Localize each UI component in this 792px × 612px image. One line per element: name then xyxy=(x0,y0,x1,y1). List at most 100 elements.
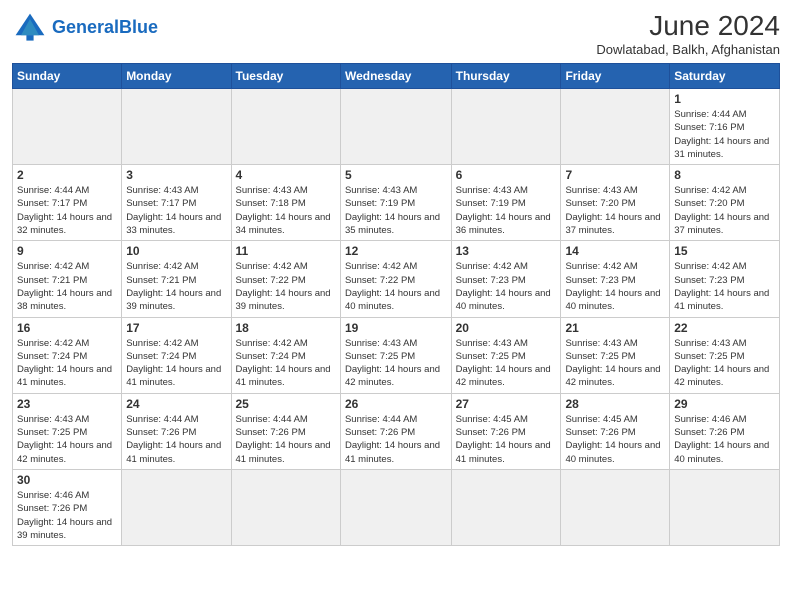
calendar-cell: 15 Sunrise: 4:42 AM Sunset: 7:23 PM Dayli… xyxy=(670,241,780,317)
calendar-cell: 2 Sunrise: 4:44 AM Sunset: 7:17 PM Daylig… xyxy=(13,165,122,241)
col-saturday: Saturday xyxy=(670,64,780,89)
day-info: Sunrise: 4:43 AM Sunset: 7:18 PM Dayligh… xyxy=(236,184,336,237)
day-info: Sunrise: 4:43 AM Sunset: 7:25 PM Dayligh… xyxy=(17,413,117,466)
day-info: Sunrise: 4:42 AM Sunset: 7:23 PM Dayligh… xyxy=(565,260,665,313)
calendar-cell xyxy=(451,469,561,545)
day-number: 26 xyxy=(345,397,447,411)
day-number: 1 xyxy=(674,92,775,106)
calendar-week-row: 9 Sunrise: 4:42 AM Sunset: 7:21 PM Daylig… xyxy=(13,241,780,317)
logo-general: General xyxy=(52,17,119,37)
day-number: 27 xyxy=(456,397,557,411)
day-info: Sunrise: 4:43 AM Sunset: 7:25 PM Dayligh… xyxy=(456,337,557,390)
col-friday: Friday xyxy=(561,64,670,89)
day-info: Sunrise: 4:43 AM Sunset: 7:25 PM Dayligh… xyxy=(565,337,665,390)
day-number: 12 xyxy=(345,244,447,258)
day-info: Sunrise: 4:42 AM Sunset: 7:23 PM Dayligh… xyxy=(674,260,775,313)
col-thursday: Thursday xyxy=(451,64,561,89)
calendar-cell: 20Sunrise: 4:43 AM Sunset: 7:25 PM Dayli… xyxy=(451,317,561,393)
calendar-table: Sunday Monday Tuesday Wednesday Thursday… xyxy=(12,63,780,546)
day-info: Sunrise: 4:43 AM Sunset: 7:19 PM Dayligh… xyxy=(456,184,557,237)
header: GeneralBlue June 2024 Dowlatabad, Balkh,… xyxy=(12,10,780,57)
day-number: 21 xyxy=(565,321,665,335)
day-number: 19 xyxy=(345,321,447,335)
day-info: Sunrise: 4:44 AM Sunset: 7:17 PM Dayligh… xyxy=(17,184,117,237)
day-number: 23 xyxy=(17,397,117,411)
calendar-header-row: Sunday Monday Tuesday Wednesday Thursday… xyxy=(13,64,780,89)
calendar-cell: 13 Sunrise: 4:42 AM Sunset: 7:23 PM Dayli… xyxy=(451,241,561,317)
day-number: 22 xyxy=(674,321,775,335)
col-monday: Monday xyxy=(122,64,231,89)
calendar-cell: 10Sunrise: 4:42 AM Sunset: 7:21 PM Dayli… xyxy=(122,241,231,317)
day-number: 11 xyxy=(236,244,336,258)
calendar-cell: 6 Sunrise: 4:43 AM Sunset: 7:19 PM Daylig… xyxy=(451,165,561,241)
col-wednesday: Wednesday xyxy=(340,64,451,89)
calendar-cell xyxy=(231,89,340,165)
day-number: 6 xyxy=(456,168,557,182)
day-info: Sunrise: 4:43 AM Sunset: 7:20 PM Dayligh… xyxy=(565,184,665,237)
day-info: Sunrise: 4:43 AM Sunset: 7:17 PM Dayligh… xyxy=(126,184,226,237)
calendar-week-row: 30Sunrise: 4:46 AM Sunset: 7:26 PM Dayli… xyxy=(13,469,780,545)
calendar-cell: 29Sunrise: 4:46 AM Sunset: 7:26 PM Dayli… xyxy=(670,393,780,469)
day-info: Sunrise: 4:44 AM Sunset: 7:16 PM Dayligh… xyxy=(674,108,775,161)
calendar-week-row: 2 Sunrise: 4:44 AM Sunset: 7:17 PM Daylig… xyxy=(13,165,780,241)
day-number: 24 xyxy=(126,397,226,411)
day-info: Sunrise: 4:44 AM Sunset: 7:26 PM Dayligh… xyxy=(126,413,226,466)
calendar-cell xyxy=(340,469,451,545)
calendar-cell xyxy=(561,469,670,545)
day-info: Sunrise: 4:45 AM Sunset: 7:26 PM Dayligh… xyxy=(565,413,665,466)
calendar-cell xyxy=(561,89,670,165)
day-number: 2 xyxy=(17,168,117,182)
day-number: 30 xyxy=(17,473,117,487)
logo-icon xyxy=(12,10,48,46)
logo: GeneralBlue xyxy=(12,10,158,46)
calendar-cell: 4 Sunrise: 4:43 AM Sunset: 7:18 PM Daylig… xyxy=(231,165,340,241)
day-info: Sunrise: 4:43 AM Sunset: 7:25 PM Dayligh… xyxy=(345,337,447,390)
day-number: 25 xyxy=(236,397,336,411)
calendar-cell: 21 Sunrise: 4:43 AM Sunset: 7:25 PM Dayli… xyxy=(561,317,670,393)
calendar-cell: 23 Sunrise: 4:43 AM Sunset: 7:25 PM Dayli… xyxy=(13,393,122,469)
col-tuesday: Tuesday xyxy=(231,64,340,89)
calendar-cell xyxy=(231,469,340,545)
day-number: 13 xyxy=(456,244,557,258)
calendar-cell: 24 Sunrise: 4:44 AM Sunset: 7:26 PM Dayli… xyxy=(122,393,231,469)
calendar-cell xyxy=(122,469,231,545)
calendar-week-row: 1 Sunrise: 4:44 AM Sunset: 7:16 PM Daylig… xyxy=(13,89,780,165)
calendar-cell xyxy=(122,89,231,165)
calendar-cell: 30Sunrise: 4:46 AM Sunset: 7:26 PM Dayli… xyxy=(13,469,122,545)
day-number: 4 xyxy=(236,168,336,182)
day-info: Sunrise: 4:42 AM Sunset: 7:20 PM Dayligh… xyxy=(674,184,775,237)
day-info: Sunrise: 4:42 AM Sunset: 7:23 PM Dayligh… xyxy=(456,260,557,313)
calendar-cell: 12Sunrise: 4:42 AM Sunset: 7:22 PM Dayli… xyxy=(340,241,451,317)
calendar-cell: 18Sunrise: 4:42 AM Sunset: 7:24 PM Dayli… xyxy=(231,317,340,393)
calendar-cell: 17Sunrise: 4:42 AM Sunset: 7:24 PM Dayli… xyxy=(122,317,231,393)
calendar-cell: 22 Sunrise: 4:43 AM Sunset: 7:25 PM Dayli… xyxy=(670,317,780,393)
day-number: 28 xyxy=(565,397,665,411)
day-info: Sunrise: 4:42 AM Sunset: 7:22 PM Dayligh… xyxy=(236,260,336,313)
col-sunday: Sunday xyxy=(13,64,122,89)
month-title: June 2024 xyxy=(596,10,780,42)
day-number: 15 xyxy=(674,244,775,258)
calendar-cell: 5 Sunrise: 4:43 AM Sunset: 7:19 PM Daylig… xyxy=(340,165,451,241)
day-number: 5 xyxy=(345,168,447,182)
calendar-cell: 25Sunrise: 4:44 AM Sunset: 7:26 PM Dayli… xyxy=(231,393,340,469)
calendar-cell: 26 Sunrise: 4:44 AM Sunset: 7:26 PM Dayli… xyxy=(340,393,451,469)
day-info: Sunrise: 4:45 AM Sunset: 7:26 PM Dayligh… xyxy=(456,413,557,466)
calendar-cell: 7 Sunrise: 4:43 AM Sunset: 7:20 PM Daylig… xyxy=(561,165,670,241)
calendar-cell: 9 Sunrise: 4:42 AM Sunset: 7:21 PM Daylig… xyxy=(13,241,122,317)
calendar-cell: 28 Sunrise: 4:45 AM Sunset: 7:26 PM Dayli… xyxy=(561,393,670,469)
day-number: 7 xyxy=(565,168,665,182)
calendar-cell xyxy=(13,89,122,165)
location-subtitle: Dowlatabad, Balkh, Afghanistan xyxy=(596,42,780,57)
day-info: Sunrise: 4:43 AM Sunset: 7:25 PM Dayligh… xyxy=(674,337,775,390)
day-number: 3 xyxy=(126,168,226,182)
day-info: Sunrise: 4:42 AM Sunset: 7:24 PM Dayligh… xyxy=(236,337,336,390)
day-info: Sunrise: 4:43 AM Sunset: 7:19 PM Dayligh… xyxy=(345,184,447,237)
day-info: Sunrise: 4:42 AM Sunset: 7:21 PM Dayligh… xyxy=(126,260,226,313)
day-info: Sunrise: 4:42 AM Sunset: 7:21 PM Dayligh… xyxy=(17,260,117,313)
day-info: Sunrise: 4:44 AM Sunset: 7:26 PM Dayligh… xyxy=(345,413,447,466)
calendar-cell: 11 Sunrise: 4:42 AM Sunset: 7:22 PM Dayli… xyxy=(231,241,340,317)
day-number: 9 xyxy=(17,244,117,258)
calendar-cell xyxy=(670,469,780,545)
calendar-cell: 8Sunrise: 4:42 AM Sunset: 7:20 PM Daylig… xyxy=(670,165,780,241)
calendar-cell: 16Sunrise: 4:42 AM Sunset: 7:24 PM Dayli… xyxy=(13,317,122,393)
